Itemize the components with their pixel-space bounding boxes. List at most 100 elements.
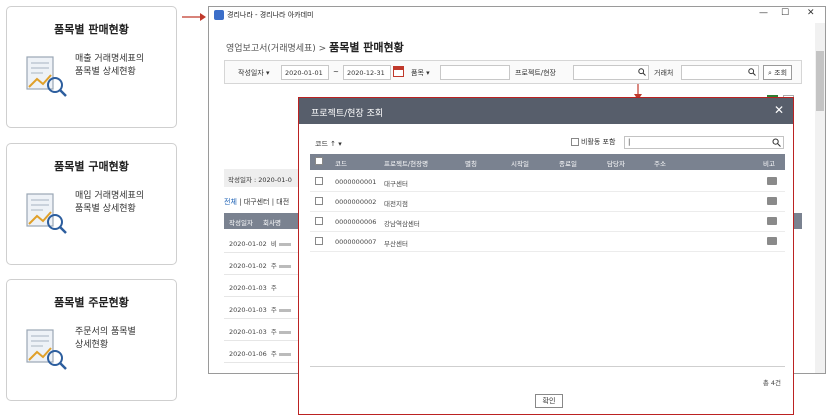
note-icon[interactable] xyxy=(767,197,777,205)
project-input[interactable] xyxy=(573,65,649,80)
date-filter-label[interactable]: 작성일자 ▾ xyxy=(238,68,270,78)
total-count: 총 4건 xyxy=(762,379,781,387)
window-title: 경리나라 - 경리나라 아카데미 xyxy=(227,11,314,19)
minimize-button[interactable]: — xyxy=(759,8,768,18)
row-company: 주 xyxy=(270,328,277,336)
table-header-edge xyxy=(794,213,802,229)
checkbox-box[interactable] xyxy=(571,138,579,146)
col-code: 코드 xyxy=(335,160,347,168)
maximize-button[interactable]: ☐ xyxy=(781,8,789,18)
row-project-name: 대구센터 xyxy=(384,180,408,188)
row-date: 2020-01-06 xyxy=(229,350,267,358)
row-code: 0000000001 xyxy=(335,178,377,186)
table-row[interactable]: 2020-01-02 주 xyxy=(224,253,299,275)
col-manager: 담당자 xyxy=(607,160,625,168)
col-end-date: 종료일 xyxy=(559,160,577,168)
row-checkbox[interactable] xyxy=(315,177,323,185)
col-start-date: 시작일 xyxy=(511,160,529,168)
table-row[interactable]: 2020-01-06 주 xyxy=(224,341,299,363)
table-row[interactable]: 2020-01-03 주 xyxy=(224,275,299,297)
table-row[interactable]: 2020-01-03 주 xyxy=(224,319,299,341)
col-company: 회사명 xyxy=(263,219,281,227)
row-company: 비 xyxy=(270,240,277,248)
calendar-icon[interactable] xyxy=(393,66,404,77)
date-to-input[interactable]: 2020-12-31 xyxy=(343,65,391,80)
breadcrumb-parent[interactable]: 영업보고서(거래명세표) > xyxy=(226,44,329,54)
search-icon[interactable] xyxy=(772,138,781,147)
confirm-button[interactable]: 확인 xyxy=(535,394,563,408)
table-row[interactable]: 0000000001 대구센터 xyxy=(310,172,785,192)
row-project-name: 강남역삼센터 xyxy=(384,220,420,228)
row-date: 2020-01-03 xyxy=(229,328,267,336)
modal-table-header: 코드 프로젝트/현장명 별칭 시작일 종료일 담당자 주소 비고 xyxy=(310,154,785,170)
row-date: 2020-01-03 xyxy=(229,284,267,292)
note-icon[interactable] xyxy=(767,237,777,245)
row-checkbox[interactable] xyxy=(315,237,323,245)
select-all-checkbox[interactable] xyxy=(315,157,323,165)
tab-all[interactable]: 전체 xyxy=(224,198,237,206)
close-icon[interactable]: ✕ xyxy=(774,103,784,117)
note-icon[interactable] xyxy=(767,177,777,185)
report-chart-icon xyxy=(26,56,67,97)
col-note: 비고 xyxy=(763,160,775,168)
redacted-text xyxy=(278,308,291,312)
table-row[interactable]: 0000000006 강남역삼센터 xyxy=(310,212,785,232)
card-desc: 매입 거래명세표의 품목별 상세현황 xyxy=(75,191,145,214)
vertical-scrollbar[interactable] xyxy=(815,23,825,373)
card-order-by-item[interactable]: 품목별 주문현황 주문서의 품목별 상세현황 xyxy=(6,279,177,401)
report-chart-icon xyxy=(26,193,67,234)
row-company: 주 xyxy=(270,306,277,314)
tab-daejeon[interactable]: 대전 xyxy=(276,198,289,206)
modal-search-input[interactable]: | xyxy=(624,136,784,149)
note-icon[interactable] xyxy=(767,217,777,225)
row-date: 2020-01-02 xyxy=(229,262,267,270)
date-from-input[interactable]: 2020-01-01 xyxy=(281,65,329,80)
col-alias: 별칭 xyxy=(465,160,477,168)
table-row[interactable]: 2020-01-03 주 xyxy=(224,297,299,319)
row-company: 주 xyxy=(270,284,277,292)
modal-title: 프로젝트/현장 조회 xyxy=(311,109,384,119)
close-button[interactable]: ✕ xyxy=(807,8,815,18)
card-title: 품목별 판매현황 xyxy=(54,23,129,36)
client-input[interactable] xyxy=(681,65,759,80)
tab-daegu[interactable]: 대구센터 xyxy=(244,198,270,206)
search-button-label: 조회 xyxy=(774,69,788,77)
date-separator: ~ xyxy=(333,68,339,76)
card-desc: 주문서의 품목별 상세현황 xyxy=(75,327,136,350)
code-sort-dropdown[interactable]: 코드 ↑ ▾ xyxy=(315,139,342,149)
row-date: 2020-01-03 xyxy=(229,306,267,314)
row-code: 0000000006 xyxy=(335,218,377,226)
card-purchase-by-item[interactable]: 품목별 구매현황 매입 거래명세표의 품목별 상세현황 xyxy=(6,143,177,265)
divider xyxy=(310,366,785,367)
table-row[interactable]: 0000000007 부산센터 xyxy=(310,232,785,252)
row-company: 주 xyxy=(270,350,277,358)
redacted-text xyxy=(278,242,291,246)
include-inactive-checkbox[interactable]: 비활동 포함 xyxy=(571,137,615,147)
table-row[interactable]: 2020-01-02 비 xyxy=(224,231,299,253)
include-inactive-label: 비활동 포함 xyxy=(581,138,616,146)
row-project-name: 대전지점 xyxy=(384,200,408,208)
card-sales-by-item[interactable]: 품목별 판매현황 매출 거래명세표의 품목별 상세현황 xyxy=(6,6,177,128)
item-filter-label[interactable]: 품목 ▾ xyxy=(411,68,430,78)
redacted-text xyxy=(278,264,291,268)
row-checkbox[interactable] xyxy=(315,197,323,205)
search-icon: ⌕ xyxy=(768,69,772,77)
search-icon[interactable] xyxy=(748,68,756,76)
table-row[interactable]: 0000000002 대전지점 xyxy=(310,192,785,212)
row-code: 0000000007 xyxy=(335,238,377,246)
row-date: 2020-01-02 xyxy=(229,240,267,248)
row-checkbox[interactable] xyxy=(315,217,323,225)
item-input[interactable] xyxy=(440,65,510,80)
search-icon[interactable] xyxy=(638,68,646,76)
scroll-thumb[interactable] xyxy=(816,51,824,111)
report-chart-icon xyxy=(26,329,67,370)
card-desc: 매출 거래명세표의 품목별 상세현황 xyxy=(75,54,145,77)
tab-bar: 전체 | 대구센터 | 대전 xyxy=(224,198,290,206)
redacted-text xyxy=(278,352,291,356)
client-filter-label: 거래처 xyxy=(654,69,674,77)
search-button[interactable]: ⌕ 조회 xyxy=(763,65,793,80)
col-date: 작성일자 xyxy=(229,219,253,227)
table-header: 작성일자 회사명 xyxy=(224,213,299,229)
app-logo-icon xyxy=(214,10,224,20)
card-title: 품목별 구매현황 xyxy=(54,160,129,173)
